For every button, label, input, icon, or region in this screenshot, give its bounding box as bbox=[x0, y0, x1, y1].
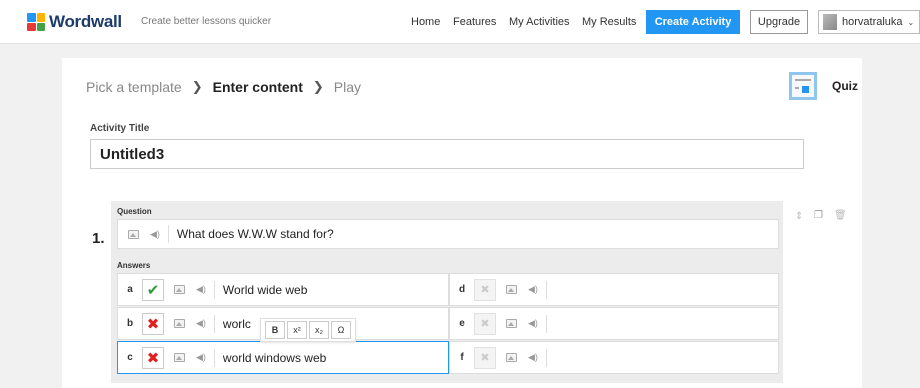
user-menu[interactable]: horvatraluka ⌄ bbox=[818, 10, 920, 34]
duplicate-icon[interactable]: ❐ bbox=[814, 210, 823, 221]
answer-letter: b bbox=[126, 318, 134, 329]
check-icon[interactable]: ✔ bbox=[142, 278, 164, 301]
nav-my-activities[interactable]: My Activities bbox=[509, 16, 570, 28]
image-icon[interactable] bbox=[506, 319, 517, 328]
cross-icon[interactable]: ✖ bbox=[142, 346, 164, 369]
answer-text-input[interactable]: worlc bbox=[215, 317, 251, 331]
step-pick-template[interactable]: Pick a template bbox=[86, 79, 182, 95]
brand-name: Wordwall bbox=[49, 12, 122, 31]
special-character-button[interactable]: Ω bbox=[331, 321, 351, 339]
create-activity-button[interactable]: Create Activity bbox=[646, 10, 740, 34]
answer-row-c: c ✖ ◀) world windows web bbox=[117, 341, 449, 374]
sound-icon[interactable]: ◀) bbox=[528, 318, 538, 329]
breadcrumb: Pick a template ❯ Enter content ❯ Play bbox=[86, 79, 361, 95]
image-icon[interactable] bbox=[506, 353, 517, 362]
cross-icon: ✖ bbox=[474, 278, 496, 301]
nav-my-results[interactable]: My Results bbox=[582, 16, 636, 28]
question-input-row: ◀) What does W.W.W stand for? bbox=[117, 219, 779, 249]
answer-row-f: f ✖ ◀) bbox=[449, 341, 779, 374]
breadcrumb-chevron-icon: ❯ bbox=[191, 79, 203, 94]
image-icon[interactable] bbox=[174, 353, 185, 362]
sound-icon[interactable]: ◀) bbox=[150, 229, 160, 240]
sound-icon[interactable]: ◀) bbox=[528, 284, 538, 295]
username: horvatraluka bbox=[842, 16, 903, 28]
answer-letter: d bbox=[458, 284, 466, 295]
top-bar: Wordwall Create better lessons quicker H… bbox=[0, 0, 920, 44]
wordwall-logo[interactable]: Wordwall bbox=[27, 12, 122, 32]
superscript-button[interactable]: x² bbox=[287, 321, 307, 339]
question-label: Question bbox=[117, 207, 152, 216]
sound-icon[interactable]: ◀) bbox=[196, 318, 206, 329]
image-icon[interactable] bbox=[128, 229, 139, 239]
answer-letter: a bbox=[127, 284, 133, 295]
sound-icon[interactable]: ◀) bbox=[196, 284, 206, 295]
image-icon[interactable] bbox=[174, 319, 185, 328]
bold-button[interactable]: B bbox=[265, 321, 285, 339]
tagline: Create better lessons quicker bbox=[141, 16, 272, 27]
step-enter-content: Enter content bbox=[212, 79, 303, 95]
nav-features[interactable]: Features bbox=[453, 16, 496, 28]
answer-text-input[interactable]: world windows web bbox=[215, 351, 326, 365]
cross-icon: ✖ bbox=[474, 312, 496, 335]
answer-row-e: e ✖ ◀) bbox=[449, 307, 779, 340]
sound-icon[interactable]: ◀) bbox=[196, 352, 206, 363]
activity-title-label: Activity Title bbox=[90, 123, 150, 134]
answer-letter: c bbox=[127, 352, 133, 363]
editor-card: Pick a template ❯ Enter content ❯ Play Q… bbox=[62, 58, 862, 388]
breadcrumb-chevron-icon: ❯ bbox=[312, 79, 324, 94]
image-icon[interactable] bbox=[174, 285, 185, 294]
trash-icon[interactable]: 🗑 bbox=[834, 210, 847, 221]
answer-letter: e bbox=[459, 318, 465, 329]
question-text-input[interactable]: What does W.W.W stand for? bbox=[169, 227, 334, 241]
question-number: 1. bbox=[92, 230, 105, 247]
cross-icon: ✖ bbox=[474, 346, 496, 369]
answers-label: Answers bbox=[117, 261, 151, 270]
nav-home[interactable]: Home bbox=[411, 16, 440, 28]
answer-row-a: a ✔ ◀) World wide web bbox=[117, 273, 449, 306]
quiz-template-icon[interactable] bbox=[789, 72, 817, 100]
image-icon[interactable] bbox=[506, 285, 517, 294]
reorder-icon[interactable]: ⇕ bbox=[795, 211, 803, 222]
activity-title-input[interactable]: Untitled3 bbox=[90, 139, 804, 169]
avatar bbox=[823, 14, 837, 30]
sound-icon[interactable]: ◀) bbox=[528, 352, 538, 363]
subscript-button[interactable]: x₂ bbox=[309, 321, 329, 339]
answer-text-input[interactable]: World wide web bbox=[215, 283, 307, 297]
format-toolbar: B x² x₂ Ω bbox=[260, 318, 356, 342]
question-block: Question ◀) What does W.W.W stand for? A… bbox=[111, 201, 783, 383]
cross-icon[interactable]: ✖ bbox=[142, 312, 164, 335]
answer-row-d: d ✖ ◀) bbox=[449, 273, 779, 306]
template-name: Quiz bbox=[832, 79, 858, 93]
chevron-down-icon: ⌄ bbox=[907, 17, 915, 27]
step-play[interactable]: Play bbox=[334, 79, 361, 95]
upgrade-button[interactable]: Upgrade bbox=[750, 10, 808, 34]
answer-letter: f bbox=[460, 352, 464, 363]
logo-mark-icon bbox=[27, 13, 45, 31]
